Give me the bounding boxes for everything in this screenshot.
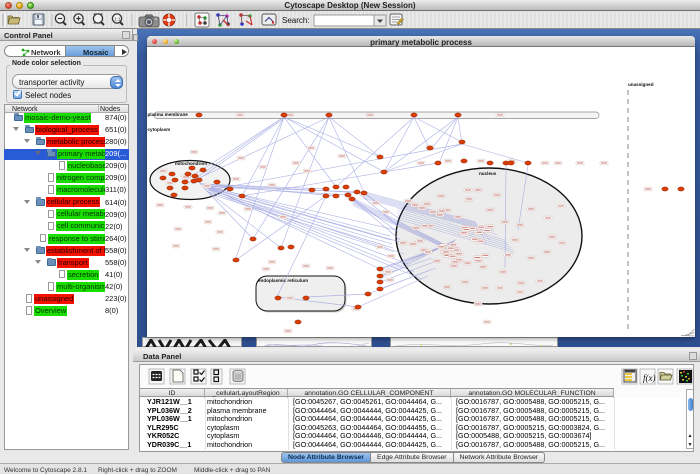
svg-text:1:1: 1:1	[114, 17, 121, 22]
svg-text:mitochondrion: mitochondrion	[175, 161, 207, 166]
svg-text:unassigned: unassigned	[628, 82, 654, 87]
svg-text:cytoplasm: cytoplasm	[148, 127, 171, 132]
svg-text:plasma membrane: plasma membrane	[148, 112, 189, 117]
svg-text:f(x): f(x)	[643, 373, 656, 383]
svg-text:Search:: Search:	[282, 16, 310, 25]
svg-text:nucleus: nucleus	[479, 171, 497, 176]
svg-text:endoplasmic reticulum: endoplasmic reticulum	[258, 278, 308, 283]
